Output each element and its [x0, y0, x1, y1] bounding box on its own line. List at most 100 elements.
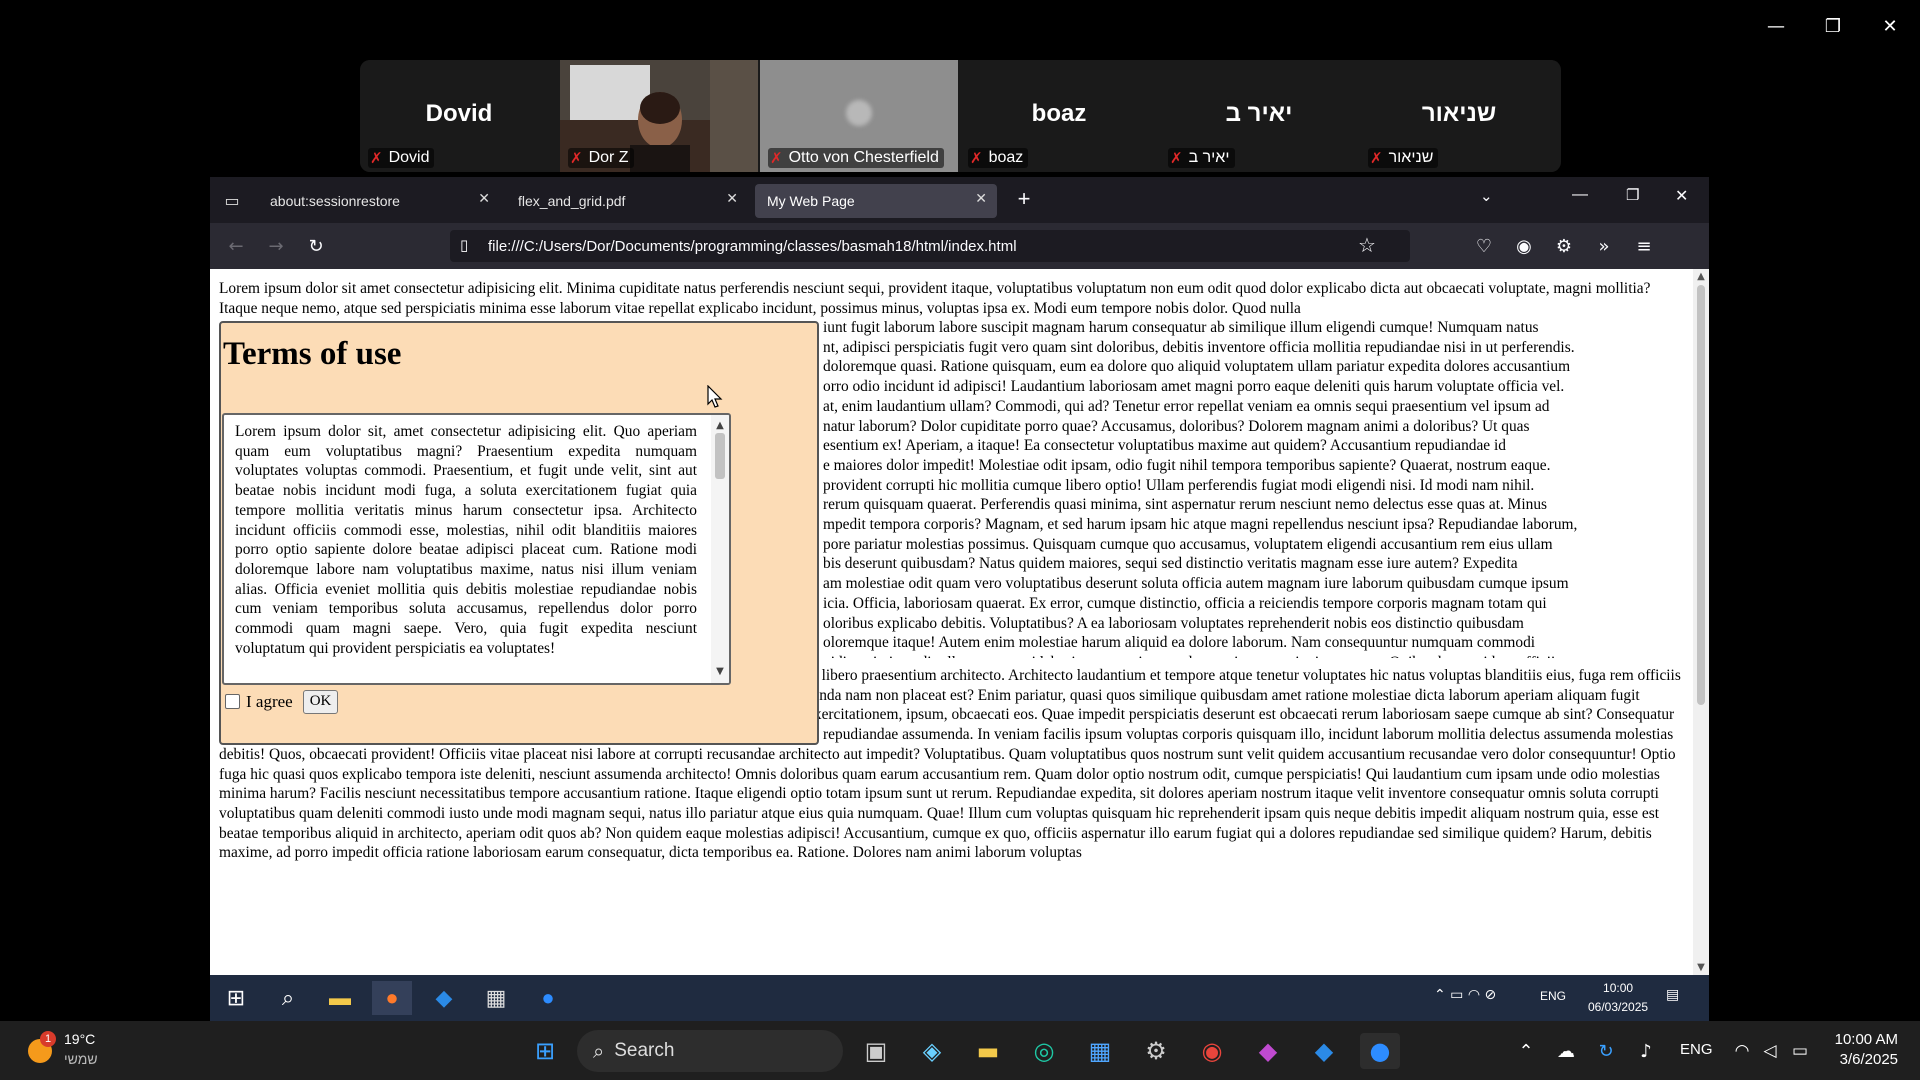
- background-text-line: mpedit tempora corporis? Magnam, et sed …: [823, 516, 1578, 534]
- page-scrollbar[interactable]: ▲ ▼: [1693, 269, 1709, 975]
- extensions-icon[interactable]: ⚙: [1548, 231, 1580, 261]
- participant-name: Otto von Chesterfield: [788, 149, 939, 166]
- zoom-participant-strip: Dovid ✗ Dovid ✗ Dor Z ✗ Otto von Chesterfie…: [360, 60, 1561, 172]
- store-icon[interactable]: ▦: [1080, 1033, 1120, 1069]
- background-text-top: Lorem ipsum dolor sit amet consectetur a…: [219, 280, 1651, 317]
- tab-close-icon[interactable]: ✕: [478, 191, 490, 207]
- settings-icon[interactable]: ⚙: [1136, 1033, 1176, 1069]
- background-text-line: iunt fugit laborum labore suscipit magna…: [823, 319, 1539, 336]
- ok-button[interactable]: OK: [302, 690, 339, 714]
- copilot-icon[interactable]: ◈: [912, 1033, 952, 1069]
- tab-flex-and-grid[interactable]: flex_and_grid.pdf ✕: [506, 184, 748, 218]
- remote-date: 06/03/2025: [1588, 1000, 1649, 1014]
- tray-icons[interactable]: ⌃ ▭ ◠ ⊘: [1434, 987, 1496, 1003]
- more-tools-icon[interactable]: »: [1588, 231, 1620, 261]
- account-icon[interactable]: ◉: [1508, 231, 1540, 261]
- browser-restore-button[interactable]: ❐: [1626, 186, 1639, 204]
- scroll-down-icon[interactable]: ▼: [711, 662, 729, 682]
- edge-icon[interactable]: ◎: [1024, 1033, 1064, 1069]
- participant-tile-dor-z[interactable]: ✗ Dor Z: [560, 60, 758, 172]
- vscode-icon[interactable]: ◆: [1304, 1033, 1344, 1069]
- background-text-line: natur laborum? Dolor cupiditate porro qu…: [823, 417, 1530, 435]
- remote-clock[interactable]: 10:00 06/03/2025: [1588, 979, 1648, 1017]
- url-bar[interactable]: ▯ file:///C:/Users/Dor/Documents/program…: [450, 230, 1410, 262]
- terms-text: Lorem ipsum dolor sit, amet consectetur …: [235, 423, 697, 657]
- list-all-tabs-icon[interactable]: ⌄: [1480, 187, 1493, 205]
- browser-window: ▭ about:sessionrestore ✕ flex_and_grid.p…: [210, 177, 1709, 1021]
- pocket-icon[interactable]: ♡: [1468, 231, 1500, 261]
- participant-name-tag: ✗ Dovid: [368, 148, 435, 168]
- tab-label: My Web Page: [767, 193, 855, 209]
- host-minimize-button[interactable]: —: [1756, 10, 1796, 42]
- host-clock[interactable]: 10:00 AM 3/6/2025: [1826, 1030, 1898, 1070]
- firefox-icon[interactable]: ●: [372, 981, 412, 1015]
- scroll-down-icon[interactable]: ▼: [1693, 962, 1709, 973]
- participant-tile-dovid[interactable]: Dovid ✗ Dovid: [360, 60, 558, 172]
- scroll-up-icon[interactable]: ▲: [1693, 271, 1709, 282]
- zoom-icon[interactable]: ●: [1360, 1033, 1400, 1069]
- mouse-cursor-icon: [707, 385, 723, 408]
- dialog-title: Terms of use: [223, 336, 402, 372]
- chrome-icon[interactable]: ◉: [1192, 1033, 1232, 1069]
- mic-muted-icon: ✗: [770, 149, 783, 167]
- participant-tile-boaz[interactable]: boaz ✗ boaz: [960, 60, 1158, 172]
- language-indicator[interactable]: ENG: [1680, 1041, 1713, 1058]
- file-explorer-icon[interactable]: ▬: [968, 1033, 1008, 1069]
- tab-label: flex_and_grid.pdf: [518, 193, 626, 209]
- terms-scrollbar[interactable]: ▲ ▼: [711, 415, 729, 683]
- scroll-thumb[interactable]: [1697, 285, 1705, 705]
- task-view-icon[interactable]: ▣: [856, 1033, 896, 1069]
- microphone-icon[interactable]: ♪: [1626, 1033, 1666, 1069]
- participant-display-name: שניאור: [1421, 100, 1497, 127]
- background-text-line: doloremque quasi. Ratione quisquam, eum …: [823, 358, 1571, 376]
- agree-checkbox[interactable]: [225, 694, 240, 710]
- background-text-line: pore pariatur molestias possimus. Quisqu…: [823, 535, 1553, 553]
- menu-icon[interactable]: ≡: [1628, 231, 1660, 261]
- file-explorer-icon[interactable]: ▬: [320, 981, 360, 1015]
- search-label: Search: [614, 1040, 675, 1061]
- start-icon[interactable]: ⊞: [216, 981, 256, 1015]
- notifications-icon[interactable]: ▤: [1666, 987, 1679, 1003]
- tab-close-icon[interactable]: ✕: [975, 191, 987, 207]
- forward-icon[interactable]: →: [260, 231, 292, 261]
- remote-time: 10:00: [1603, 981, 1634, 995]
- participant-tile-otto[interactable]: ✗ Otto von Chesterfield: [760, 60, 958, 172]
- host-restore-button[interactable]: ❐: [1813, 10, 1853, 42]
- battery-icon[interactable]: ▭: [1780, 1033, 1820, 1069]
- onedrive-icon[interactable]: ☁: [1546, 1033, 1586, 1069]
- participant-tile-yair[interactable]: יאיר ב ✗ יאיר ב: [1160, 60, 1358, 172]
- tab-my-web-page[interactable]: My Web Page ✕: [755, 184, 997, 218]
- page-icon: ▯: [460, 236, 469, 254]
- scroll-thumb[interactable]: [715, 433, 725, 479]
- terms-textbox[interactable]: Lorem ipsum dolor sit, amet consectetur …: [222, 413, 731, 685]
- tab-list-icon[interactable]: ▭: [220, 188, 244, 212]
- bookmark-star-icon[interactable]: ☆: [1358, 233, 1376, 257]
- browser-minimize-button[interactable]: —: [1572, 186, 1588, 204]
- tab-close-icon[interactable]: ✕: [726, 191, 738, 207]
- agree-label[interactable]: I agree: [246, 692, 293, 712]
- search-icon: ⌕: [593, 1039, 605, 1063]
- background-text-line: piditate in impedit ullam excepturi labo…: [823, 653, 1683, 658]
- app-icon[interactable]: ▦: [476, 981, 516, 1015]
- search-icon[interactable]: ⌕: [268, 981, 308, 1015]
- vscode-icon[interactable]: ◆: [424, 981, 464, 1015]
- language-indicator[interactable]: ENG: [1540, 989, 1566, 1003]
- windows-start-icon[interactable]: ⊞: [525, 1033, 565, 1069]
- tab-label: about:sessionrestore: [270, 193, 400, 209]
- host-close-button[interactable]: ✕: [1870, 10, 1910, 42]
- background-text-line: provident corrupti hic mollitia cumque l…: [823, 476, 1535, 494]
- tab-session-restore[interactable]: about:sessionrestore ✕: [258, 184, 500, 218]
- background-text-line: oloremque itaque! Autem enim molestiae h…: [823, 634, 1536, 652]
- back-icon[interactable]: ←: [220, 231, 252, 261]
- zoom-icon[interactable]: ●: [528, 981, 568, 1015]
- reload-icon[interactable]: ↻: [300, 231, 332, 261]
- tray-chevron-icon[interactable]: ⌃: [1506, 1033, 1546, 1069]
- avatar: [846, 100, 872, 126]
- intellij-icon[interactable]: ◆: [1248, 1033, 1288, 1069]
- weather-widget[interactable]: 1 19°C שמשי: [24, 1031, 114, 1071]
- browser-close-button[interactable]: ✕: [1675, 186, 1688, 205]
- participant-tile-shneur[interactable]: שניאור ✗ שניאור: [1360, 60, 1558, 172]
- sync-icon[interactable]: ↻: [1586, 1033, 1626, 1069]
- new-tab-icon[interactable]: +: [1010, 186, 1038, 214]
- search-box[interactable]: ⌕ Search: [577, 1030, 843, 1072]
